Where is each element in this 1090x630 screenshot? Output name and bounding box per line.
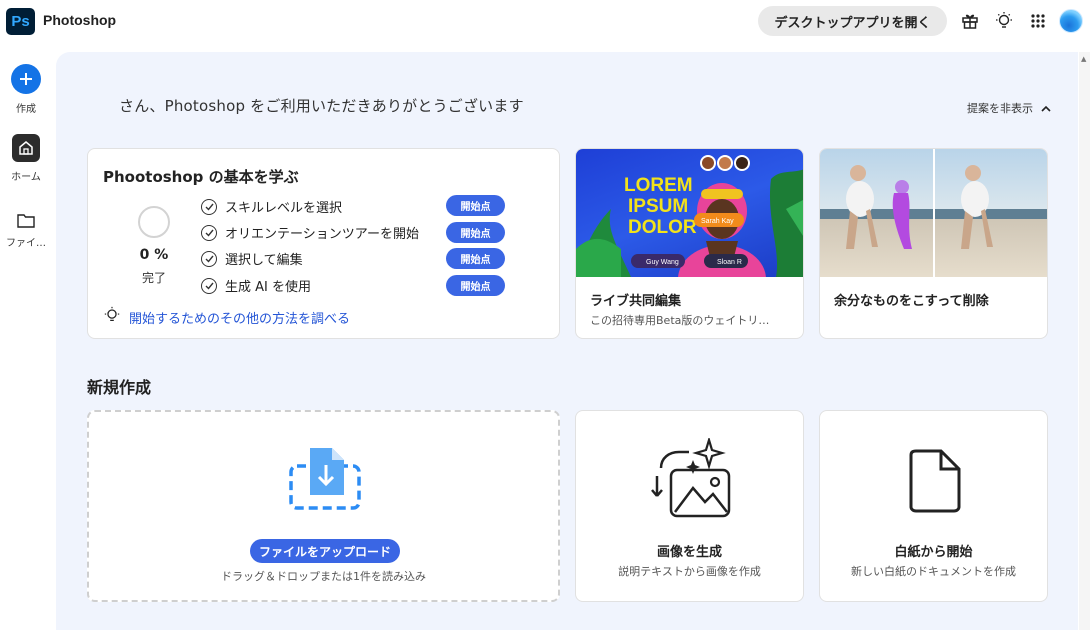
check-circle-icon bbox=[201, 277, 217, 294]
live-collab-title: ライブ共同編集 bbox=[590, 294, 682, 309]
live-collab-thumbnail: LOREM IPSUM DOLOR Sarah Kay Guy Wang Slo… bbox=[576, 149, 803, 277]
progress-percent: 0 % bbox=[139, 247, 169, 263]
scroll-up-arrow-icon[interactable]: ▲ bbox=[1081, 55, 1086, 63]
rail-label-create: 作成 bbox=[16, 104, 36, 115]
task-label: スキルレベルを選択 bbox=[225, 201, 343, 216]
task-label: オリエンテーションツアーを開始 bbox=[225, 227, 419, 242]
rail-label-files: ファイ… bbox=[6, 238, 46, 249]
task-row: 生成 AI を使用 bbox=[201, 276, 311, 295]
blank-document-icon bbox=[907, 449, 963, 517]
chevron-up-icon bbox=[1041, 102, 1051, 115]
scrub-remove-card[interactable]: 余分なものをこすって削除 bbox=[819, 148, 1048, 339]
collab-tag: Guy Wang bbox=[646, 259, 679, 266]
live-collab-subtitle: この招待専用Beta版のウェイトリ… bbox=[590, 314, 770, 327]
avatar[interactable] bbox=[1059, 9, 1083, 33]
blank-document-subtitle: 新しい白紙のドキュメントを作成 bbox=[851, 565, 1016, 578]
scrollbar[interactable] bbox=[1079, 52, 1090, 630]
learn-basics-card: Phootoshop の基本を学ぶ 0 % 完了 スキルレベルを選択 開始点 オ… bbox=[87, 148, 560, 339]
task-row: 選択して編集 bbox=[201, 249, 303, 268]
thumb-text-line: DOLOR bbox=[628, 217, 697, 238]
collab-tag: Sarah Kay bbox=[701, 218, 734, 225]
task-start-button[interactable]: 開始点 bbox=[446, 222, 505, 243]
home-icon bbox=[12, 134, 40, 162]
open-desktop-app-button[interactable]: デスクトップアプリを開く bbox=[758, 6, 947, 36]
learn-more-label: 開始するためのその他の方法を調べる bbox=[129, 311, 351, 327]
blank-document-title: 白紙から開始 bbox=[894, 545, 973, 560]
apps-grid-icon[interactable] bbox=[1027, 10, 1049, 32]
folder-icon bbox=[17, 210, 35, 230]
upload-file-button[interactable]: ファイルをアップロード bbox=[250, 539, 400, 563]
photoshop-logo[interactable]: Ps bbox=[6, 8, 35, 35]
check-circle-icon bbox=[201, 224, 217, 241]
learn-more-link[interactable]: 開始するためのその他の方法を調べる bbox=[103, 306, 350, 328]
task-row: オリエンテーションツアーを開始 bbox=[201, 223, 419, 242]
scrub-remove-title: 余分なものをこすって削除 bbox=[834, 294, 989, 309]
check-circle-icon bbox=[201, 198, 217, 215]
upload-subtitle: ドラッグ＆ドロップまたは1件を読み込み bbox=[221, 570, 426, 583]
plus-icon bbox=[11, 64, 41, 94]
lightbulb-icon[interactable] bbox=[993, 10, 1015, 32]
new-section-title: 新規作成 bbox=[87, 378, 152, 397]
task-start-button[interactable]: 開始点 bbox=[446, 195, 505, 216]
lightbulb-icon bbox=[103, 306, 121, 328]
rail-item-home[interactable]: ホーム bbox=[0, 134, 52, 183]
learn-basics-title: Phootoshop の基本を学ぶ bbox=[103, 168, 299, 186]
blank-document-card[interactable]: 白紙から開始 新しい白紙のドキュメントを作成 bbox=[819, 410, 1048, 602]
top-bar: Ps Photoshop デスクトップアプリを開く bbox=[0, 0, 1090, 44]
generate-image-title: 画像を生成 bbox=[656, 545, 722, 560]
task-start-button[interactable]: 開始点 bbox=[446, 248, 505, 269]
rail-label-home: ホーム bbox=[11, 172, 41, 183]
rail-item-create[interactable]: 作成 bbox=[0, 64, 52, 115]
hide-suggestions-toggle[interactable]: 提案を非表示 bbox=[967, 100, 1051, 116]
upload-drop-zone[interactable]: ファイルをアップロード ドラッグ＆ドロップまたは1件を読み込み bbox=[87, 410, 560, 602]
progress-label: 完了 bbox=[141, 271, 166, 285]
rail-item-files[interactable]: ファイ… bbox=[0, 210, 52, 249]
greeting-text: さん、Photoshop をご利用いただきありがとうございます bbox=[119, 97, 524, 115]
hide-suggestions-label: 提案を非表示 bbox=[967, 102, 1033, 115]
collab-tag: Sloan R bbox=[717, 259, 742, 266]
task-label: 生成 AI を使用 bbox=[225, 280, 311, 295]
thumb-text-line: IPSUM bbox=[628, 196, 688, 217]
live-collab-card[interactable]: LOREM IPSUM DOLOR Sarah Kay Guy Wang Slo… bbox=[575, 148, 804, 339]
task-label: 選択して編集 bbox=[225, 253, 303, 268]
generate-image-card[interactable]: 画像を生成 説明テキストから画像を作成 bbox=[575, 410, 804, 602]
thumb-text-line: LOREM bbox=[624, 175, 693, 196]
progress-ring bbox=[138, 206, 170, 238]
left-rail: 作成 ホーム ファイ… bbox=[0, 44, 52, 630]
app-title[interactable]: Photoshop bbox=[43, 12, 116, 28]
upload-file-icon bbox=[288, 445, 362, 515]
check-circle-icon bbox=[201, 250, 217, 267]
generate-image-subtitle: 説明テキストから画像を作成 bbox=[618, 565, 761, 578]
task-row: スキルレベルを選択 bbox=[201, 197, 342, 216]
gift-icon[interactable] bbox=[959, 10, 981, 32]
scrub-remove-thumbnail bbox=[820, 149, 1047, 277]
task-start-button[interactable]: 開始点 bbox=[446, 275, 505, 296]
generate-image-icon bbox=[649, 436, 733, 526]
